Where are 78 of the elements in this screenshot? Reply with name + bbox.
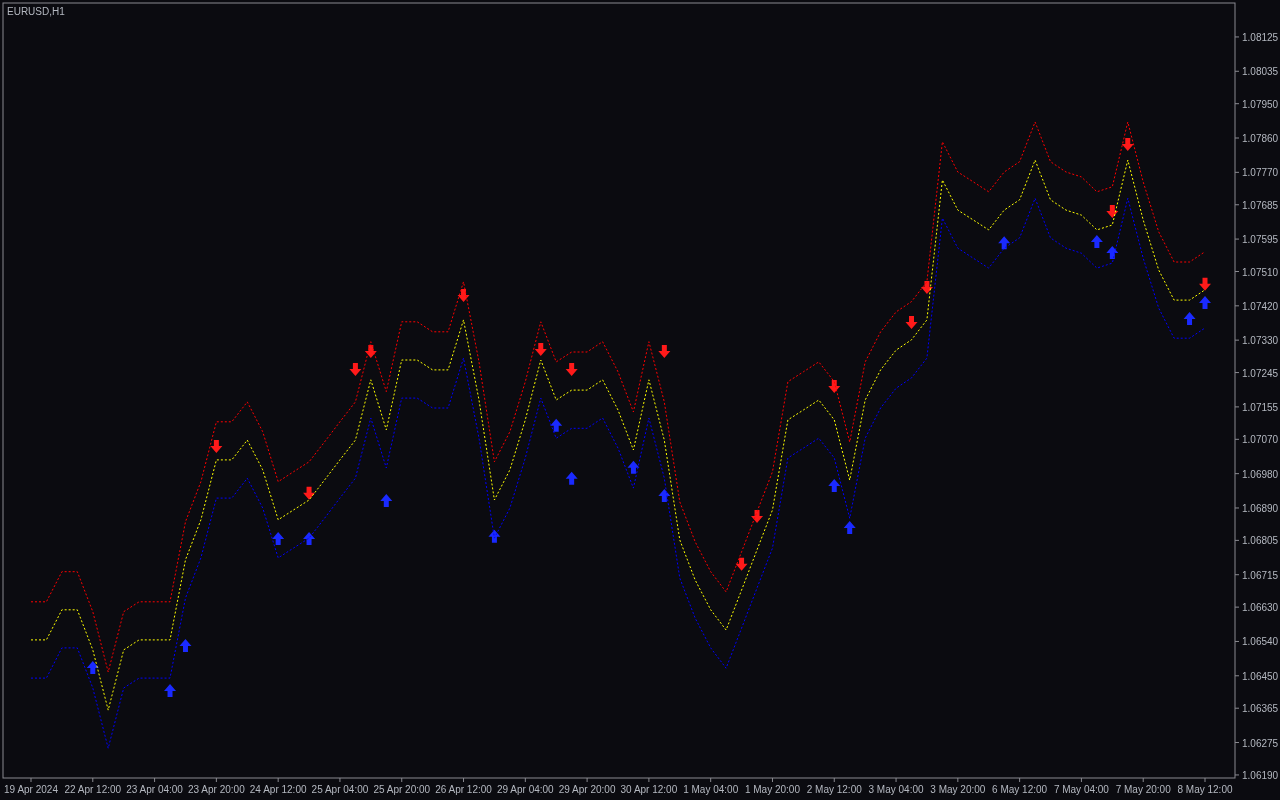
down-arrow-icon: [905, 316, 918, 329]
down-arrow-icon: [303, 486, 316, 500]
price-axis-label: 1.07245: [1242, 367, 1279, 379]
down-arrow-icon: [828, 380, 841, 394]
time-axis-label: 22 Apr 12:00: [64, 784, 122, 795]
down-arrow-icon: [1199, 277, 1211, 291]
price-axis-label: 1.07070: [1242, 434, 1279, 446]
up-arrow-icon: [272, 532, 285, 546]
time-axis-label: 8 May 12:00: [1177, 784, 1233, 795]
up-arrow-icon: [658, 489, 671, 502]
down-arrow-icon: [920, 280, 933, 294]
up-arrow-icon: [550, 418, 563, 432]
time-axis-label: 26 Apr 12:00: [435, 784, 492, 795]
up-arrow-icon: [164, 683, 177, 697]
up-arrow-icon: [565, 471, 578, 485]
down-arrow-icon: [658, 345, 671, 358]
up-arrow-icon: [828, 479, 841, 493]
time-axis-label: 6 May 12:00: [992, 784, 1048, 795]
time-axis-label: 3 May 20:00: [930, 784, 986, 795]
down-arrow-icon: [751, 510, 764, 524]
time-axis-label: 30 Apr 12:00: [620, 784, 678, 795]
price-axis-label: 1.08035: [1242, 66, 1279, 78]
price-axis-label: 1.06190: [1242, 769, 1279, 781]
time-axis-label: 7 May 20:00: [1115, 784, 1171, 795]
time-axis-label: 2 May 12:00: [806, 784, 862, 795]
time-axis-label: 3 May 04:00: [868, 784, 924, 795]
price-axis-label: 1.07860: [1242, 133, 1279, 144]
price-axis-label: 1.06630: [1242, 602, 1279, 614]
time-axis-label: 29 Apr 04:00: [496, 784, 554, 795]
price-axis-label: 1.06365: [1242, 703, 1279, 715]
down-arrow-icon: [735, 557, 748, 571]
down-arrow-icon: [1121, 137, 1134, 151]
down-arrow-icon: [364, 345, 377, 358]
up-arrow-icon: [627, 460, 640, 474]
price-axis-label: 1.06450: [1242, 670, 1279, 682]
down-arrow-icon: [349, 362, 362, 376]
price-axis-label: 1.07950: [1242, 98, 1279, 110]
price-axis-label: 1.06805: [1242, 535, 1279, 547]
price-axis-label: 1.06890: [1242, 502, 1279, 514]
price-axis-label: 1.07770: [1242, 167, 1279, 179]
up-arrow-icon: [303, 532, 316, 546]
down-arrow-icon: [565, 362, 578, 376]
price-axis-label: 1.06715: [1242, 569, 1279, 581]
time-axis-label: 19 Apr 2024: [4, 784, 58, 795]
down-arrow-icon: [534, 343, 547, 357]
price-axis-label: 1.06275: [1242, 737, 1279, 749]
up-arrow-icon: [179, 638, 192, 652]
time-axis-label: 1 May 20:00: [744, 784, 800, 795]
up-arrow-icon: [488, 529, 501, 543]
time-axis-label: 7 May 04:00: [1053, 784, 1109, 795]
down-arrow-icon: [1106, 205, 1119, 218]
up-arrow-icon: [1090, 235, 1103, 248]
price-axis-label: 1.07685: [1242, 199, 1279, 211]
up-arrow-icon: [1106, 246, 1119, 260]
time-axis-label: 29 Apr 20:00: [558, 784, 616, 795]
price-axis-label: 1.07155: [1242, 401, 1279, 413]
time-axis-label: 25 Apr 04:00: [311, 784, 369, 795]
up-arrow-icon: [998, 236, 1011, 250]
time-axis-label: 1 May 04:00: [683, 784, 739, 795]
time-axis-label: 23 Apr 20:00: [188, 784, 245, 795]
price-axis-label: 1.07510: [1242, 266, 1279, 278]
time-axis-label: 25 Apr 20:00: [373, 784, 431, 795]
price-axis-label: 1.07420: [1242, 300, 1279, 312]
time-axis-label: 23 Apr 04:00: [126, 784, 183, 795]
up-arrow-icon: [86, 661, 99, 674]
price-axis-label: 1.06980: [1242, 468, 1279, 480]
time-axis-label: 24 Apr 12:00: [249, 784, 307, 795]
price-axis-label: 1.07330: [1242, 335, 1279, 347]
up-arrow-icon: [380, 493, 393, 507]
up-arrow-icon: [843, 521, 856, 535]
down-arrow-icon: [210, 439, 223, 453]
price-axis-label: 1.06540: [1242, 636, 1279, 648]
chart-title: EURUSD,H1: [7, 5, 65, 19]
price-axis-label: 1.07595: [1242, 234, 1279, 246]
down-arrow-icon: [457, 288, 470, 302]
price-axis-label: 1.08125: [1242, 31, 1279, 43]
up-arrow-icon: [1199, 296, 1211, 309]
up-arrow-icon: [1183, 312, 1196, 326]
